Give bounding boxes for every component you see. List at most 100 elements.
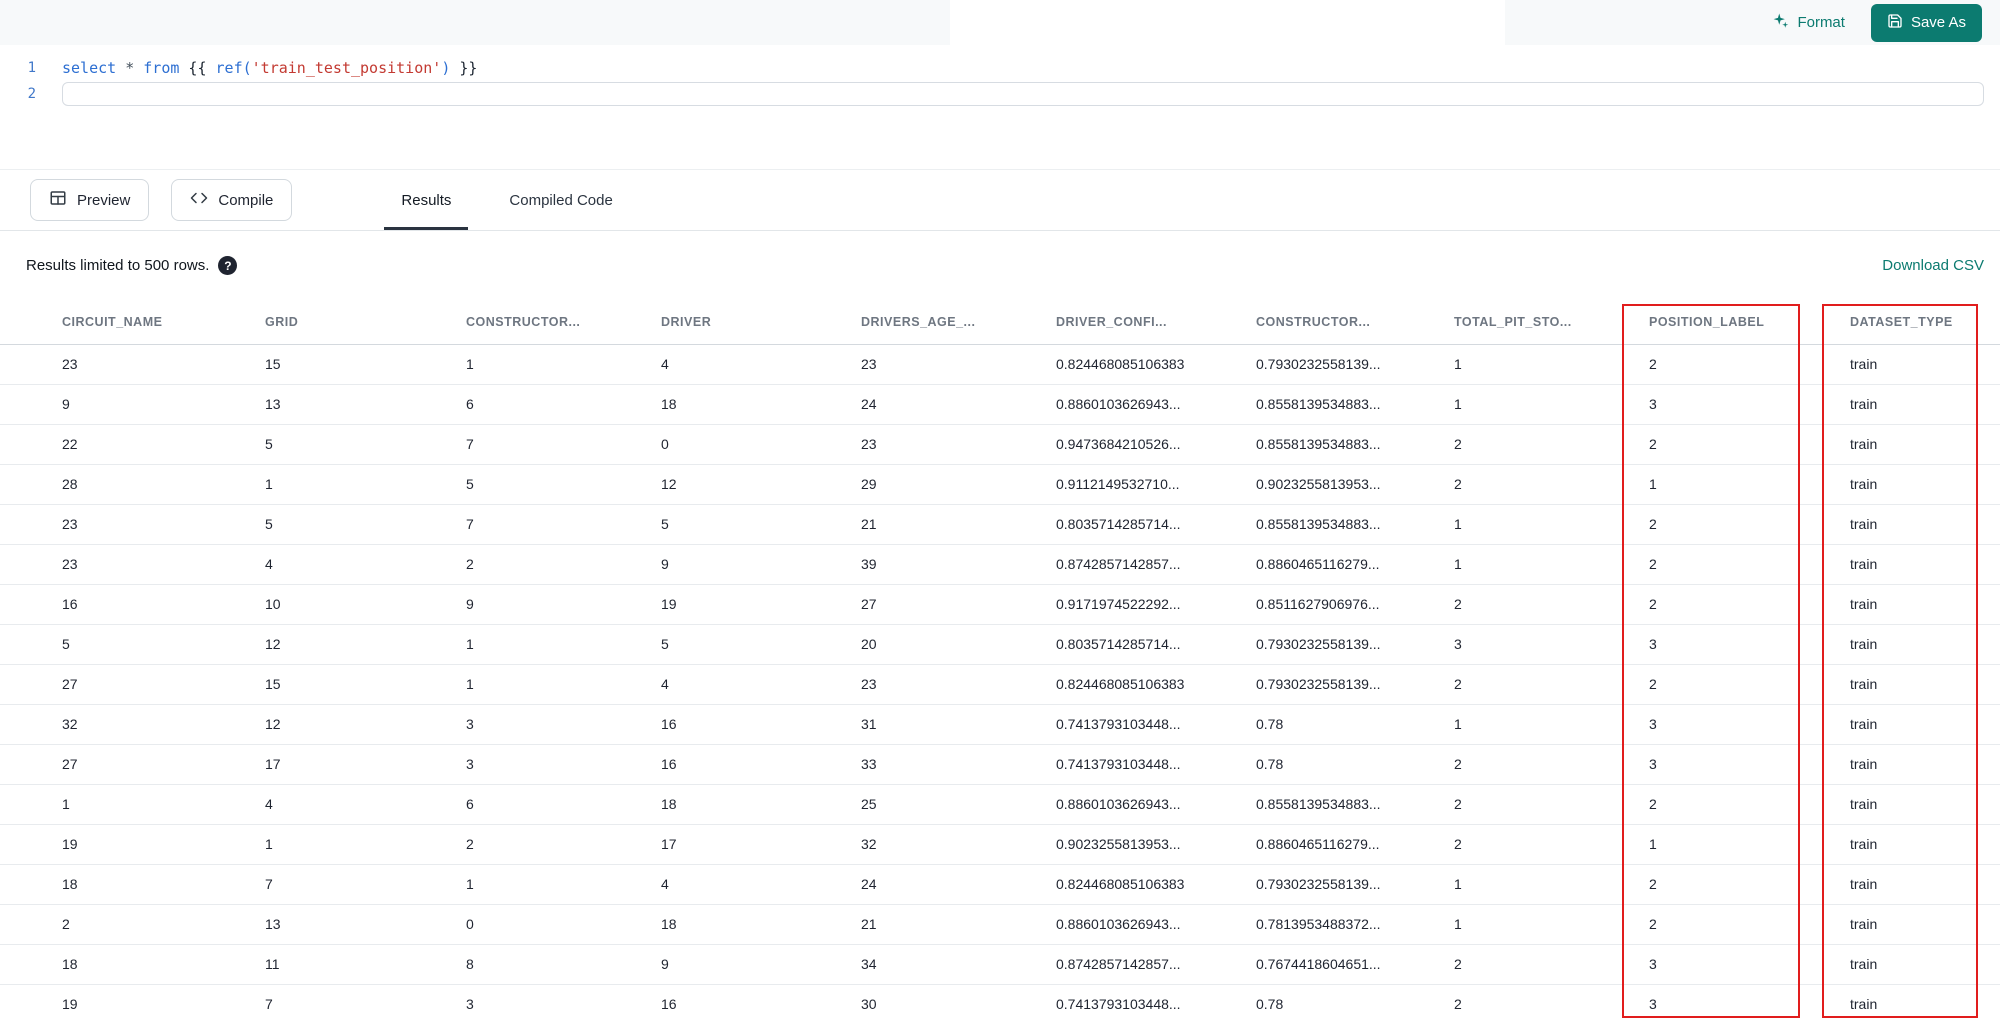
table-cell: 39: [861, 544, 1056, 585]
compile-button[interactable]: Compile: [171, 179, 293, 221]
table-cell: 1: [1454, 544, 1649, 585]
column-header-grid[interactable]: GRID: [265, 300, 466, 345]
table-cell: 23: [0, 504, 265, 545]
table-cell: 0.8558139534883...: [1256, 784, 1454, 825]
toolbar-row: Preview Compile Results Compiled Code: [0, 170, 2000, 231]
table-cell: 2: [1649, 424, 1850, 465]
format-label: Format: [1797, 14, 1845, 31]
table-cell: 21: [861, 504, 1056, 545]
table-cell: 4: [661, 864, 861, 905]
table-cell: 15: [265, 344, 466, 385]
table-cell: train: [1850, 904, 2000, 945]
table-cell: 23: [0, 344, 265, 385]
table-cell: 1: [466, 344, 661, 385]
table-cell: 2: [1649, 344, 1850, 385]
results-table-wrap: CIRCUIT_NAME GRID CONSTRUCTOR... DRIVER DRIV…: [0, 300, 2000, 1020]
table-cell: 0.9171974522292...: [1056, 584, 1256, 625]
table-cell: 12: [661, 464, 861, 505]
table-cell: 0: [466, 904, 661, 945]
table-cell: 2: [466, 544, 661, 585]
table-cell: 33: [861, 744, 1056, 785]
table-cell: 27: [861, 584, 1056, 625]
table-cell: 9: [466, 584, 661, 625]
table-cell: 30: [861, 984, 1056, 1020]
column-header-circuit-name[interactable]: CIRCUIT_NAME: [0, 300, 265, 345]
table-row: 2 13 0 18 21 0.8860103626943... 0.781395348837…: [0, 904, 2000, 945]
table-cell: 31: [861, 704, 1056, 745]
code-line-content: select * from {{ ref('train_test_positio…: [62, 59, 478, 77]
table-cell: 29: [861, 464, 1056, 505]
table-cell: 23: [861, 344, 1056, 385]
table-row: 16 10 9 19 27 0.9171974522292... 0.85116279069…: [0, 584, 2000, 625]
tab-compiled-code[interactable]: Compiled Code: [492, 170, 629, 230]
code-line-2[interactable]: 2: [0, 81, 2000, 107]
column-header-constructor[interactable]: CONSTRUCTOR...: [466, 300, 661, 345]
table-cell: 0.8860465116279...: [1256, 824, 1454, 865]
table-cell: train: [1850, 864, 2000, 905]
table-cell: 0.7413793103448...: [1056, 744, 1256, 785]
column-header-dataset-type[interactable]: DATASET_TYPE: [1850, 300, 2000, 345]
column-header-driver-confi[interactable]: DRIVER_CONFI...: [1056, 300, 1256, 345]
question-circle-icon[interactable]: ?: [218, 256, 238, 275]
table-cell: 3: [1649, 944, 1850, 985]
table-cell: 9: [661, 944, 861, 985]
table-cell: 0.8742857142857...: [1056, 944, 1256, 985]
table-cell: 5: [0, 624, 265, 665]
table-cell: 0.9023255813953...: [1256, 464, 1454, 505]
table-cell: 11: [265, 944, 466, 985]
table-cell: 2: [1649, 784, 1850, 825]
table-cell: 18: [661, 784, 861, 825]
code-line-1[interactable]: 1 select * from {{ ref('train_test_posit…: [0, 55, 2000, 81]
table-cell: 2: [1454, 784, 1649, 825]
table-cell: 17: [661, 824, 861, 865]
table-cell: train: [1850, 704, 2000, 745]
table-row: 27 17 3 16 33 0.7413793103448... 0.78 2 3 train: [0, 744, 2000, 785]
table-cell: 17: [265, 744, 466, 785]
table-cell: 1: [1454, 704, 1649, 745]
line-number: 2: [27, 86, 36, 102]
table-cell: 2: [1454, 984, 1649, 1020]
table-row: 9 13 6 18 24 0.8860103626943... 0.855813953488…: [0, 384, 2000, 425]
table-cell: 4: [661, 664, 861, 705]
table-cell: 3: [1649, 744, 1850, 785]
table-cell: 21: [861, 904, 1056, 945]
tab-results[interactable]: Results: [384, 170, 468, 230]
compile-label: Compile: [218, 191, 274, 209]
column-header-constructor[interactable]: CONSTRUCTOR...: [1256, 300, 1454, 345]
column-header-total-pit-sto[interactable]: TOTAL_PIT_STO...: [1454, 300, 1649, 345]
table-cell: train: [1850, 984, 2000, 1020]
table-cell: 6: [466, 384, 661, 425]
table-cell: 13: [265, 904, 466, 945]
table-cell: train: [1850, 424, 2000, 465]
table-cell: 3: [466, 704, 661, 745]
preview-button[interactable]: Preview: [30, 179, 150, 221]
table-cell: 0.8558139534883...: [1256, 384, 1454, 425]
download-csv-link[interactable]: Download CSV: [1882, 257, 1984, 274]
preview-label: Preview: [77, 191, 131, 209]
sparkles-icon: [1771, 12, 1789, 34]
table-cell: 0.7674418604651...: [1256, 944, 1454, 985]
table-cell: train: [1850, 504, 2000, 545]
table-cell: 18: [0, 944, 265, 985]
table-cell: 3: [466, 744, 661, 785]
table-cell: 1: [0, 784, 265, 825]
column-header-drivers-age[interactable]: DRIVERS_AGE_...: [861, 300, 1056, 345]
table-cell: 10: [265, 584, 466, 625]
table-icon: [49, 189, 67, 211]
table-cell: 2: [0, 904, 265, 945]
format-button[interactable]: Format: [1771, 12, 1845, 34]
table-cell: 5: [466, 464, 661, 505]
code-editor[interactable]: 1 select * from {{ ref('train_test_posit…: [0, 45, 2000, 170]
table-cell: 1: [265, 464, 466, 505]
active-file-tab[interactable]: [950, 0, 1505, 45]
table-cell: 0.824468085106383: [1056, 864, 1256, 905]
column-header-driver[interactable]: DRIVER: [661, 300, 861, 345]
column-header-position-label[interactable]: POSITION_LABEL: [1649, 300, 1850, 345]
table-cell: 2: [1649, 504, 1850, 545]
table-row: 18 7 1 4 24 0.824468085106383 0.7930232558139.…: [0, 864, 2000, 905]
table-cell: 25: [861, 784, 1056, 825]
code-line-2-input[interactable]: [62, 82, 1984, 106]
save-as-button[interactable]: Save As: [1870, 3, 1982, 42]
table-cell: 0.7930232558139...: [1256, 624, 1454, 665]
table-cell: train: [1850, 464, 2000, 505]
